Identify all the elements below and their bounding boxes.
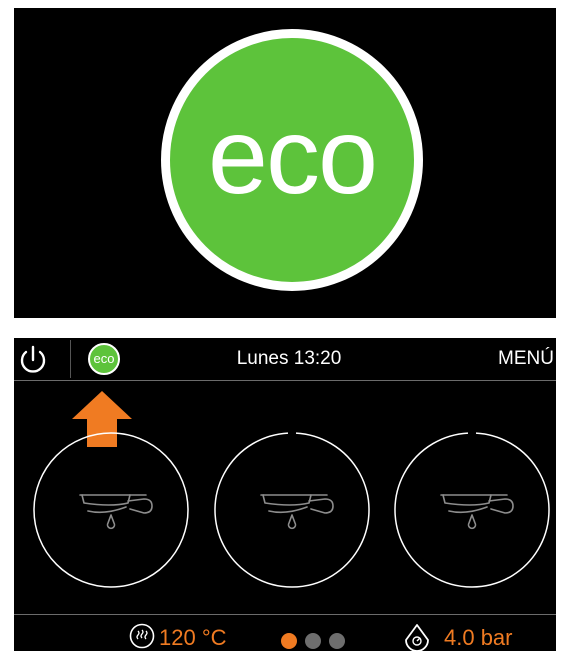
temperature-value: 120 °C	[159, 625, 227, 650]
eco-mode-button[interactable]: eco	[88, 343, 120, 375]
group-3-button[interactable]	[393, 431, 551, 589]
date-time: Lunes 13:20	[236, 348, 342, 369]
menu-button[interactable]: MENÚ	[498, 348, 554, 370]
page-indicator	[281, 633, 345, 649]
eco-badge-large: eco	[161, 29, 423, 291]
portafilter-icon	[440, 494, 514, 530]
top-bar: eco Lunes 13:20 MENÚ	[14, 338, 556, 381]
status-divider	[14, 614, 556, 615]
pressure-drop-icon	[405, 624, 429, 651]
portafilter-icon	[260, 494, 334, 530]
group-2-button[interactable]	[213, 431, 371, 589]
pressure-value: 4.0 bar	[444, 625, 513, 650]
group-1-button[interactable]	[32, 431, 190, 589]
eco-mode-label: eco	[93, 350, 115, 366]
page-dot-1[interactable]	[281, 633, 297, 649]
page-dot-3[interactable]	[329, 633, 345, 649]
portafilter-icon	[79, 494, 153, 530]
eco-illustration: eco	[14, 8, 556, 318]
topbar-divider	[70, 340, 71, 378]
machine-screen: eco Lunes 13:20 MENÚ 120 °C 4.0 bar	[14, 338, 556, 651]
steam-temperature-icon	[129, 623, 155, 649]
eco-badge-large-label: eco	[207, 95, 378, 216]
power-icon[interactable]	[16, 343, 50, 377]
page-dot-2[interactable]	[305, 633, 321, 649]
